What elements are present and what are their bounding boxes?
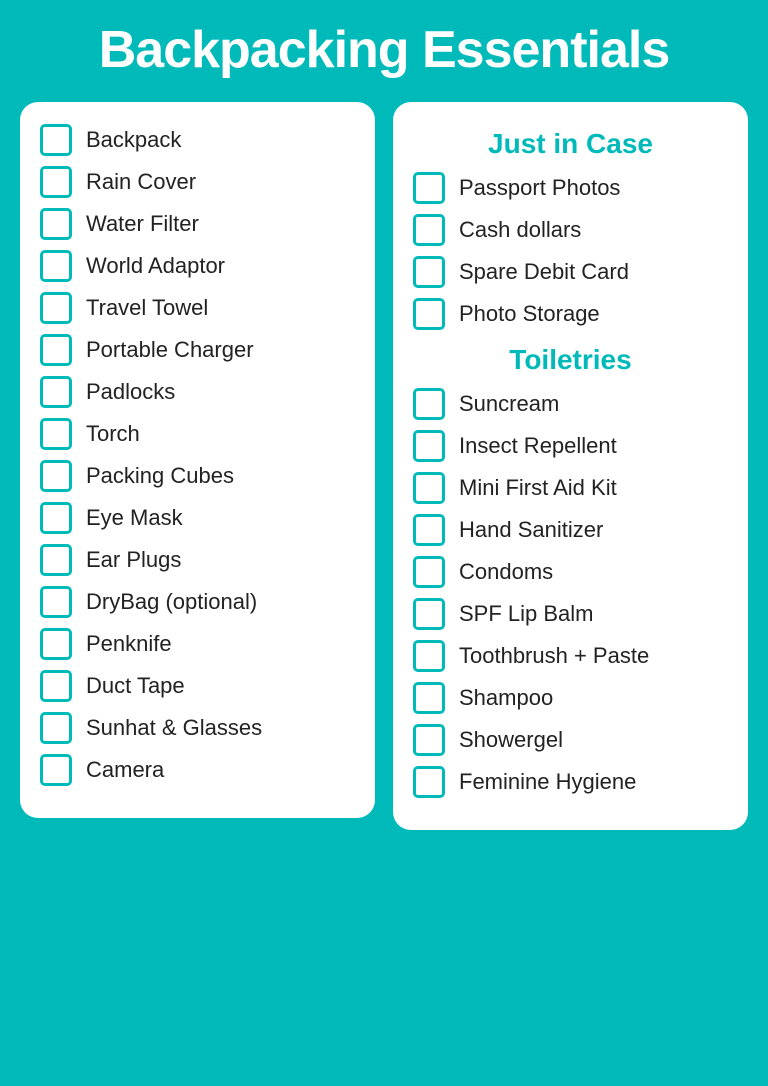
item-label: SPF Lip Balm [459, 601, 594, 627]
columns-wrapper: Backpack Rain Cover Water Filter World Adap… [20, 102, 748, 830]
list-item: Sunhat & Glasses [40, 712, 355, 744]
checkbox[interactable] [40, 292, 72, 324]
item-label: Rain Cover [86, 169, 196, 195]
checkbox[interactable] [413, 556, 445, 588]
checkbox[interactable] [40, 628, 72, 660]
item-label: Shampoo [459, 685, 553, 711]
checkbox[interactable] [413, 430, 445, 462]
checkbox[interactable] [413, 298, 445, 330]
list-item: Shampoo [413, 682, 728, 714]
item-label: Camera [86, 757, 164, 783]
checkbox[interactable] [413, 172, 445, 204]
checkbox[interactable] [413, 472, 445, 504]
list-item: Eye Mask [40, 502, 355, 534]
list-item: Padlocks [40, 376, 355, 408]
list-item: Camera [40, 754, 355, 786]
list-item: Toothbrush + Paste [413, 640, 728, 672]
item-label: World Adaptor [86, 253, 225, 279]
item-label: DryBag (optional) [86, 589, 257, 615]
section-toiletries-heading: Toiletries [413, 344, 728, 376]
checkbox[interactable] [413, 388, 445, 420]
checkbox[interactable] [413, 682, 445, 714]
item-label: Passport Photos [459, 175, 620, 201]
item-label: Suncream [459, 391, 559, 417]
item-label: Hand Sanitizer [459, 517, 603, 543]
item-label: Toothbrush + Paste [459, 643, 649, 669]
checkbox[interactable] [40, 418, 72, 450]
checkbox[interactable] [40, 670, 72, 702]
checkbox[interactable] [413, 214, 445, 246]
item-label: Portable Charger [86, 337, 254, 363]
checkbox[interactable] [413, 640, 445, 672]
list-item: Torch [40, 418, 355, 450]
checkbox[interactable] [413, 598, 445, 630]
item-label: Mini First Aid Kit [459, 475, 617, 501]
list-item: SPF Lip Balm [413, 598, 728, 630]
checkbox[interactable] [413, 766, 445, 798]
page-title: Backpacking Essentials [99, 20, 670, 80]
checkbox[interactable] [40, 166, 72, 198]
list-item: Ear Plugs [40, 544, 355, 576]
list-item: World Adaptor [40, 250, 355, 282]
list-item: Photo Storage [413, 298, 728, 330]
item-label: Eye Mask [86, 505, 183, 531]
list-item: Travel Towel [40, 292, 355, 324]
item-label: Water Filter [86, 211, 199, 237]
list-item: Condoms [413, 556, 728, 588]
list-item: Suncream [413, 388, 728, 420]
list-item: Feminine Hygiene [413, 766, 728, 798]
item-label: Feminine Hygiene [459, 769, 636, 795]
left-column: Backpack Rain Cover Water Filter World Adap… [20, 102, 375, 818]
item-label: Ear Plugs [86, 547, 181, 573]
list-item: Showergel [413, 724, 728, 756]
checkbox[interactable] [40, 376, 72, 408]
right-column: Just in Case Passport Photos Cash dollars S… [393, 102, 748, 830]
list-item: Insect Repellent [413, 430, 728, 462]
list-item: Spare Debit Card [413, 256, 728, 288]
checkbox[interactable] [40, 124, 72, 156]
checkbox[interactable] [40, 712, 72, 744]
item-label: Packing Cubes [86, 463, 234, 489]
checkbox[interactable] [40, 460, 72, 492]
list-item: Passport Photos [413, 172, 728, 204]
checkbox[interactable] [40, 250, 72, 282]
checkbox[interactable] [413, 256, 445, 288]
item-label: Insect Repellent [459, 433, 617, 459]
list-item: Rain Cover [40, 166, 355, 198]
checkbox[interactable] [40, 502, 72, 534]
item-label: Penknife [86, 631, 172, 657]
checkbox[interactable] [40, 334, 72, 366]
list-item: Penknife [40, 628, 355, 660]
item-label: Duct Tape [86, 673, 185, 699]
item-label: Cash dollars [459, 217, 581, 243]
item-label: Torch [86, 421, 140, 447]
list-item: DryBag (optional) [40, 586, 355, 618]
checkbox[interactable] [40, 208, 72, 240]
list-item: Water Filter [40, 208, 355, 240]
checkbox[interactable] [40, 754, 72, 786]
item-label: Sunhat & Glasses [86, 715, 262, 741]
list-item: Cash dollars [413, 214, 728, 246]
item-label: Backpack [86, 127, 181, 153]
item-label: Travel Towel [86, 295, 208, 321]
list-item: Portable Charger [40, 334, 355, 366]
item-label: Padlocks [86, 379, 175, 405]
item-label: Showergel [459, 727, 563, 753]
checkbox[interactable] [40, 544, 72, 576]
checkbox[interactable] [40, 586, 72, 618]
list-item: Mini First Aid Kit [413, 472, 728, 504]
list-item: Backpack [40, 124, 355, 156]
checkbox[interactable] [413, 724, 445, 756]
list-item: Duct Tape [40, 670, 355, 702]
list-item: Packing Cubes [40, 460, 355, 492]
item-label: Condoms [459, 559, 553, 585]
section-just-in-case-heading: Just in Case [413, 128, 728, 160]
item-label: Photo Storage [459, 301, 600, 327]
checkbox[interactable] [413, 514, 445, 546]
item-label: Spare Debit Card [459, 259, 629, 285]
list-item: Hand Sanitizer [413, 514, 728, 546]
